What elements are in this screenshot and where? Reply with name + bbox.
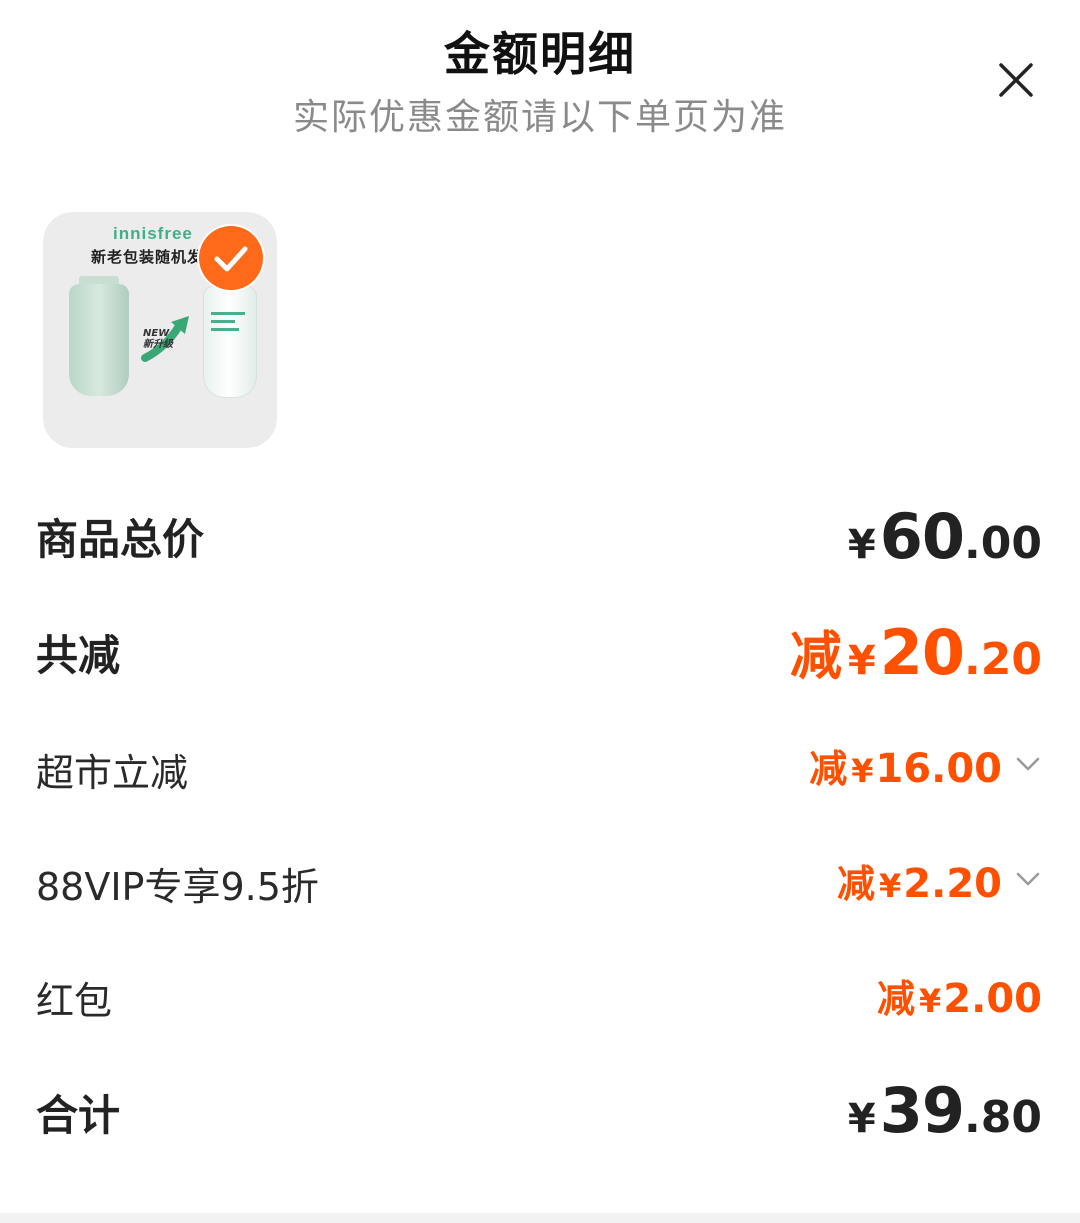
supermarket-discount-label: 超市立减	[36, 751, 189, 795]
close-button[interactable]	[988, 52, 1044, 108]
chevron-down-icon	[1016, 757, 1040, 771]
total-label: 合计	[36, 1091, 121, 1140]
amount-decimal: .00	[931, 746, 1002, 792]
vip-discount-amount[interactable]: 减 ¥ 2 .20	[837, 853, 1002, 908]
new-package-tube	[203, 286, 257, 398]
currency-symbol: ¥	[851, 752, 874, 790]
new-tube-label-line	[211, 320, 235, 323]
amount-detail-sheet: 金额明细 实际优惠金额请以下单页为准 innisfree 新老包装随机发 NEW…	[0, 0, 1080, 1223]
amount-integer: 60	[879, 500, 965, 573]
new-tube-label-line	[211, 312, 245, 315]
amount-integer: 20	[879, 616, 965, 689]
supermarket-discount-amount[interactable]: 减 ¥ 16 .00	[809, 738, 1002, 793]
currency-symbol: ¥	[847, 1096, 876, 1142]
sheet-title: 金额明细	[444, 27, 636, 81]
package-note: 新老包装随机发	[91, 248, 204, 266]
discount-prefix: 减	[809, 747, 848, 791]
currency-symbol: ¥	[847, 638, 876, 684]
discount-prefix: 减	[877, 977, 916, 1021]
amount-integer: 39	[879, 1074, 965, 1147]
amount-decimal: .00	[971, 976, 1042, 1022]
supermarket-discount-expand[interactable]	[1014, 750, 1042, 778]
amount-decimal: .20	[964, 634, 1042, 685]
discount-prefix: 减	[837, 862, 876, 906]
old-package-tube	[69, 284, 129, 396]
discount-prefix: 减	[789, 627, 842, 687]
total-discount-label: 共减	[36, 631, 121, 680]
currency-symbol: ¥	[919, 982, 942, 1020]
new-tag-text: NEW	[143, 328, 170, 339]
amount-decimal: .00	[964, 518, 1042, 569]
upgrade-tag-text: 新升级	[143, 339, 173, 350]
selected-badge	[199, 226, 263, 290]
currency-symbol: ¥	[879, 867, 902, 905]
amount-integer: 2	[903, 861, 932, 907]
vip-discount-label: 88VIP专享9.5折	[36, 865, 319, 909]
subtotal-label: 商品总价	[36, 515, 205, 564]
amount-integer: 16	[875, 746, 932, 792]
amount-decimal: .80	[964, 1092, 1042, 1143]
currency-symbol: ¥	[847, 522, 876, 568]
bottom-divider	[0, 1213, 1080, 1223]
sheet-subtitle: 实际优惠金额请以下单页为准	[292, 97, 787, 138]
brand-logo: innisfree	[113, 224, 193, 243]
total-discount-amount: 减 ¥ 20 .20	[790, 614, 1042, 689]
subtotal-amount: ¥ 60 .00	[848, 500, 1042, 573]
amount-integer: 2	[943, 976, 972, 1022]
new-tag: NEW 新升级	[143, 328, 173, 350]
red-packet-amount: 减 ¥ 2 .00	[877, 968, 1042, 1023]
total-amount: ¥ 39 .80	[848, 1074, 1042, 1147]
amount-decimal: .20	[931, 861, 1002, 907]
close-icon	[999, 63, 1033, 97]
red-packet-label: 红包	[36, 979, 113, 1023]
new-tube-label-line	[211, 328, 239, 331]
chevron-down-icon	[1016, 872, 1040, 886]
check-icon	[214, 246, 248, 272]
vip-discount-expand[interactable]	[1014, 865, 1042, 893]
